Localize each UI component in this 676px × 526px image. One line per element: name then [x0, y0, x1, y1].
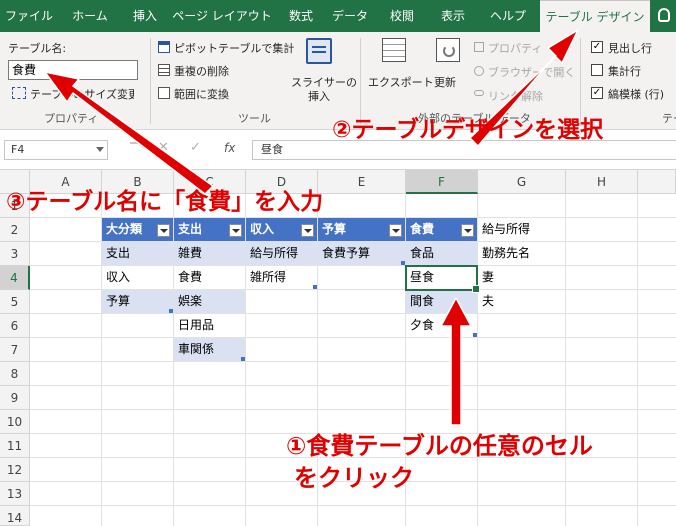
arrow-to-cell [440, 297, 472, 426]
arrow-to-name-input [44, 71, 214, 195]
annotation-step1-line2: をクリック [294, 464, 414, 492]
annotation-step1-line1: ①食費テーブルの任意のセル [286, 432, 593, 460]
excel-window: ファイル ホーム 挿入 ページ レイアウト 数式 データ 校閲 表示 ヘルプ テ… [0, 0, 676, 526]
annotation-step3: ③テーブル名に「食費」を入力 [6, 189, 324, 215]
annotation-step2: ②テーブルデザインを選択 [332, 117, 604, 143]
